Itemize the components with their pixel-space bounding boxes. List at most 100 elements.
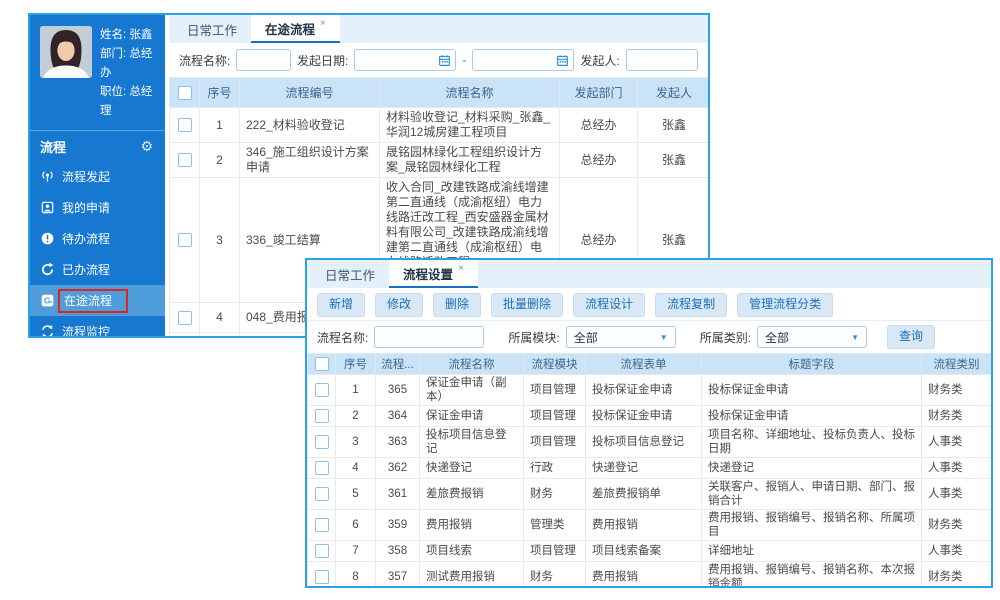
- edit-button[interactable]: 修改: [375, 293, 423, 317]
- cell-category: 财务类: [922, 562, 992, 587]
- cell-name: 测试费用报销: [420, 562, 524, 587]
- col-header-module[interactable]: 流程模块: [524, 354, 586, 375]
- col-header-dept[interactable]: 发起部门: [560, 78, 638, 108]
- cell-name: 投标项目信息登记: [420, 427, 524, 458]
- row-checkbox[interactable]: [178, 153, 192, 167]
- cell-no: 8: [336, 562, 376, 587]
- select-all-checkbox[interactable]: [315, 357, 329, 371]
- cell-title-field: 项目名称、详细地址、投标负责人、投标日期: [702, 427, 922, 458]
- row-checkbox[interactable]: [315, 409, 329, 423]
- table-row[interactable]: 2346_施工组织设计方案申请晟铭园林绿化工程组织设计方案_晟铭园林绿化工程总经…: [170, 143, 709, 178]
- col-header-no[interactable]: 序号: [200, 78, 240, 108]
- tab-2[interactable]: 在途流程×: [251, 15, 340, 43]
- cell-initiator: 张鑫: [638, 108, 709, 143]
- category-select[interactable]: 全部 ▼: [757, 326, 867, 348]
- cell-no: 7: [336, 541, 376, 562]
- row-checkbox[interactable]: [178, 311, 192, 325]
- close-tab-icon[interactable]: ×: [320, 18, 326, 29]
- broadcast-icon: [40, 169, 55, 184]
- col-header-no[interactable]: 序号: [336, 354, 376, 375]
- tab-label: 流程设置: [403, 264, 453, 283]
- col-header-title-field[interactable]: 标题字段: [702, 354, 922, 375]
- cell-code: 359: [376, 510, 420, 541]
- close-tab-icon[interactable]: ×: [458, 263, 464, 274]
- row-checkbox[interactable]: [178, 118, 192, 132]
- row-checkbox[interactable]: [315, 487, 329, 501]
- col-header-category[interactable]: 流程类别: [922, 354, 992, 375]
- svg-text:G: G: [44, 296, 51, 306]
- col-header-name[interactable]: 流程名称: [380, 78, 560, 108]
- table-row[interactable]: 4362快递登记行政快递登记快递登记人事类: [308, 458, 992, 479]
- table-header-row: 序号 流程编号 流程名称 发起部门 发起人: [170, 78, 709, 108]
- sidebar-item-1[interactable]: 流程发起: [30, 161, 165, 192]
- sidebar-item-6[interactable]: 流程监控: [30, 316, 165, 336]
- row-checkbox[interactable]: [315, 383, 329, 397]
- chevron-down-icon: ▼: [851, 333, 859, 342]
- tab-2[interactable]: 流程设置 ×: [389, 260, 478, 288]
- flow-copy-button[interactable]: 流程复制: [655, 293, 727, 317]
- table-row[interactable]: 6359费用报销管理类费用报销费用报销、报销编号、报销名称、所属项目财务类: [308, 510, 992, 541]
- cell-no: 5: [336, 479, 376, 510]
- row-checkbox[interactable]: [315, 461, 329, 475]
- row-checkbox[interactable]: [315, 570, 329, 584]
- sync-icon: [40, 324, 55, 336]
- sidebar-item-5[interactable]: G在途流程: [30, 285, 165, 316]
- sidebar: 姓名: 张鑫 部门: 总经办 职位: 总经理 流程 ⚙ 流程发起我的申请待办流程…: [30, 15, 165, 336]
- table-row[interactable]: 5361差旅费报销财务差旅费报销单关联客户、报销人、申请日期、部门、报销合计人事…: [308, 479, 992, 510]
- cell-code: 363: [376, 427, 420, 458]
- cell-no: 1: [336, 375, 376, 406]
- flow-design-button[interactable]: 流程设计: [573, 293, 645, 317]
- select-all-checkbox[interactable]: [178, 86, 192, 100]
- batch-delete-button[interactable]: 批量删除: [491, 293, 563, 317]
- cell-no: 5: [200, 333, 240, 337]
- table-row[interactable]: 8357测试费用报销财务费用报销费用报销、报销编号、报销名称、本次报销金额财务类: [308, 562, 992, 587]
- cell-form: 费用报销: [586, 562, 702, 587]
- tab-1[interactable]: 日常工作: [311, 260, 389, 288]
- col-header-initiator[interactable]: 发起人: [638, 78, 709, 108]
- table-row[interactable]: 7358项目线索项目管理项目线索备案详细地址人事类: [308, 541, 992, 562]
- table-row[interactable]: 1365保证金申请（副本）项目管理投标保证金申请投标保证金申请财务类: [308, 375, 992, 406]
- sidebar-item-2[interactable]: 我的申请: [30, 192, 165, 223]
- col-header-form[interactable]: 流程表单: [586, 354, 702, 375]
- search-button[interactable]: 查询: [887, 325, 935, 349]
- workflow-name-input[interactable]: [236, 49, 291, 71]
- gear-icon[interactable]: ⚙: [140, 139, 153, 153]
- col-header-name[interactable]: 流程名称: [420, 354, 524, 375]
- window2-toolbar: 新增修改删除批量删除流程设计流程复制管理流程分类: [307, 288, 991, 321]
- cell-name: 快递登记: [420, 458, 524, 479]
- add-button[interactable]: 新增: [317, 293, 365, 317]
- cell-title-field: 关联客户、报销人、申请日期、部门、报销合计: [702, 479, 922, 510]
- cell-module: 行政: [524, 458, 586, 479]
- cell-no: 1: [200, 108, 240, 143]
- workflow-name-input[interactable]: [374, 326, 484, 348]
- cell-form: 投标保证金申请: [586, 406, 702, 427]
- cell-category: 财务类: [922, 375, 992, 406]
- delete-button[interactable]: 删除: [433, 293, 481, 317]
- row-checkbox[interactable]: [178, 233, 192, 247]
- row-checkbox[interactable]: [315, 435, 329, 449]
- window1-tabbar: 日常工作在途流程×: [169, 15, 708, 43]
- module-select-value: 全部: [574, 329, 598, 346]
- table-row[interactable]: 3363投标项目信息登记项目管理投标项目信息登记项目名称、详细地址、投标负责人、…: [308, 427, 992, 458]
- sidebar-item-label: 待办流程: [62, 230, 110, 247]
- sidebar-item-label: 我的申请: [62, 199, 110, 216]
- col-header-code[interactable]: 流程编号: [240, 78, 380, 108]
- cell-name: 材料验收登记_材料采购_张鑫_华润12城房建工程项目: [380, 108, 560, 143]
- cell-name: 保证金申请（副本）: [420, 375, 524, 406]
- col-header-code[interactable]: 流程...: [376, 354, 420, 375]
- sidebar-item-3[interactable]: 待办流程: [30, 223, 165, 254]
- initiator-input[interactable]: [626, 49, 698, 71]
- cell-code: 365: [376, 375, 420, 406]
- sidebar-item-4[interactable]: 已办流程: [30, 254, 165, 285]
- table-row[interactable]: 2364保证金申请项目管理投标保证金申请投标保证金申请财务类: [308, 406, 992, 427]
- calendar-icon[interactable]: [556, 54, 569, 67]
- tab-1[interactable]: 日常工作: [173, 15, 251, 43]
- table-row[interactable]: 1222_材料验收登记材料验收登记_材料采购_张鑫_华润12城房建工程项目总经办…: [170, 108, 709, 143]
- module-select[interactable]: 全部 ▼: [566, 326, 676, 348]
- cell-code: 222_材料验收登记: [240, 108, 380, 143]
- row-checkbox[interactable]: [315, 518, 329, 532]
- row-checkbox[interactable]: [315, 544, 329, 558]
- sidebar-item-label: 已办流程: [62, 261, 110, 278]
- manage-flow-category-button[interactable]: 管理流程分类: [737, 293, 833, 317]
- calendar-icon[interactable]: [438, 54, 451, 67]
